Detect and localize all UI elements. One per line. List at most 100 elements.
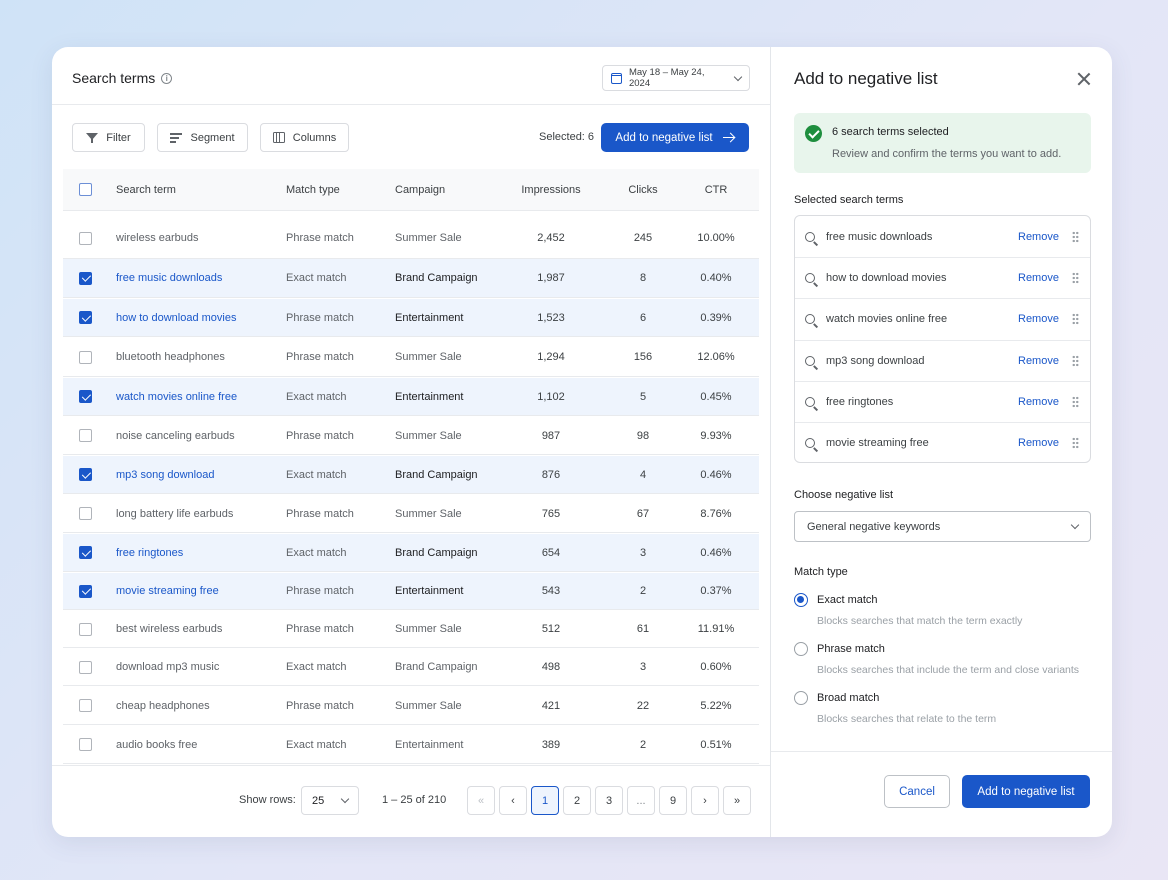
drag-handle-icon[interactable] [1072,230,1079,243]
row-checkbox[interactable] [79,738,92,751]
rows-per-page-select[interactable]: 25 [301,786,359,815]
columns-button[interactable]: Columns [260,123,349,152]
row-checkbox[interactable] [79,699,92,712]
table-row[interactable]: movie streaming free Phrase match Entertai… [63,573,759,610]
row-checkbox[interactable] [79,350,92,364]
table-row[interactable]: cheap headphones Phrase match Summer Sale 4… [63,687,759,725]
search-term: wireless earbuds [116,232,199,244]
remove-term-button[interactable]: Remove [1018,231,1059,243]
radio-button[interactable] [794,691,808,705]
first-page-button[interactable]: « [467,786,495,815]
clicks: 156 [633,351,653,363]
confirm-add-button[interactable]: Add to negative list [962,775,1090,808]
table-row[interactable]: noise canceling earbuds Phrase match Summe… [63,417,759,455]
page-button[interactable]: 1 [531,786,559,815]
table-row[interactable]: free ringtones Exact match Brand Campaign 6… [63,534,759,572]
radio-button[interactable] [794,642,808,656]
close-icon[interactable] [1076,71,1092,87]
drag-handle-icon[interactable] [1072,395,1079,408]
selected-terms-heading: Selected search terms [794,194,904,206]
table-row[interactable]: watch movies online free Exact match Enter… [63,378,759,416]
ctr: 0.37% [700,585,732,597]
negative-list-select[interactable]: General negative keywords [794,511,1091,542]
table-row[interactable]: wireless earbuds Phrase match Summer Sale 2… [63,212,759,259]
page-button[interactable]: 9 [659,786,687,815]
remove-term-button[interactable]: Remove [1018,437,1059,449]
ctr: 5.22% [700,699,732,712]
table-row[interactable]: download mp3 music Exact match Brand Campa… [63,649,759,686]
table-row[interactable]: how to download movies Phrase match Entert… [63,299,759,337]
page-title: Search terms i [72,70,173,86]
drag-handle-icon[interactable] [1072,354,1079,367]
row-checkbox-cell [79,611,92,647]
table-row[interactable]: mp3 song download Exact match Brand Campai… [63,456,759,494]
columns-label: Columns [292,131,337,144]
clicks: 5 [639,390,647,403]
row-checkbox[interactable] [79,429,92,442]
info-icon[interactable]: i [161,72,173,84]
add-to-negative-list-button[interactable]: Add to negative list [601,123,749,152]
ctr: 0.45% [700,390,732,403]
select-all-checkbox[interactable] [79,183,92,196]
row-checkbox[interactable] [79,271,92,285]
row-checkbox-cell [79,726,92,763]
table-row[interactable]: audio books free Exact match Entertainment… [63,726,759,764]
chevron-down-icon [1070,520,1080,530]
col-campaign[interactable]: Campaign [395,169,445,210]
select-all-cell [79,169,92,210]
campaign: Summer Sale [395,623,462,635]
row-checkbox[interactable] [79,507,92,520]
prev-page-button[interactable]: ‹ [499,786,527,815]
col-ctr[interactable]: CTR [685,169,747,210]
impressions: 389 [541,738,561,751]
page-button[interactable]: 3 [595,786,623,815]
radio-button[interactable] [794,593,808,607]
col-impressions[interactable]: Impressions [513,169,589,210]
impressions: 498 [541,661,561,673]
last-page-button[interactable]: » [723,786,751,815]
row-checkbox[interactable] [79,584,92,598]
clicks: 67 [636,507,650,520]
filter-icon [86,132,99,143]
campaign: Entertainment [395,311,464,324]
row-checkbox[interactable] [79,622,92,636]
row-checkbox[interactable] [79,660,92,674]
match-option-label[interactable]: Phrase match [817,643,885,655]
row-checkbox[interactable] [79,311,92,324]
drag-handle-icon[interactable] [1072,437,1079,449]
remove-term-button[interactable]: Remove [1018,313,1059,325]
match-option-label[interactable]: Broad match [817,692,879,704]
table-row[interactable]: free music downloads Exact match Brand Cam… [63,259,759,298]
search-term: download mp3 music [116,661,220,673]
row-checkbox[interactable] [79,390,92,403]
remove-term-button[interactable]: Remove [1018,272,1059,284]
search-term: free ringtones [116,546,184,559]
drag-handle-icon[interactable] [1072,272,1079,285]
table-row[interactable]: long battery life earbuds Phrase match Sum… [63,495,759,533]
match-type: Phrase match [286,351,354,363]
match-type: Phrase match [286,699,354,712]
date-range-picker[interactable]: May 18 – May 24, 2024 [602,65,750,91]
match-option-label[interactable]: Exact match [817,594,878,606]
page-title-text: Search terms [72,70,156,86]
table-row[interactable]: best wireless earbuds Phrase match Summer … [63,611,759,648]
filter-button[interactable]: Filter [72,123,145,152]
page-button[interactable]: 2 [563,786,591,815]
row-checkbox[interactable] [79,468,92,481]
next-page-button[interactable]: › [691,786,719,815]
row-checkbox[interactable] [79,546,92,559]
col-clicks[interactable]: Clicks [616,169,670,210]
remove-term-button[interactable]: Remove [1018,396,1059,408]
col-search-term[interactable]: Search term [116,169,176,210]
selected-term-text: how to download movies [826,272,947,285]
remove-term-button[interactable]: Remove [1018,355,1059,367]
segment-button[interactable]: Segment [157,123,248,152]
impressions: 2,452 [537,232,565,244]
selected-term-text: free ringtones [826,395,894,408]
row-checkbox[interactable] [79,231,92,245]
table-row[interactable]: bluetooth headphones Phrase match Summer S… [63,338,759,377]
col-match-type[interactable]: Match type [286,169,340,210]
ctr: 0.51% [700,738,732,751]
cancel-button[interactable]: Cancel [884,775,950,808]
drag-handle-icon[interactable] [1072,313,1079,326]
